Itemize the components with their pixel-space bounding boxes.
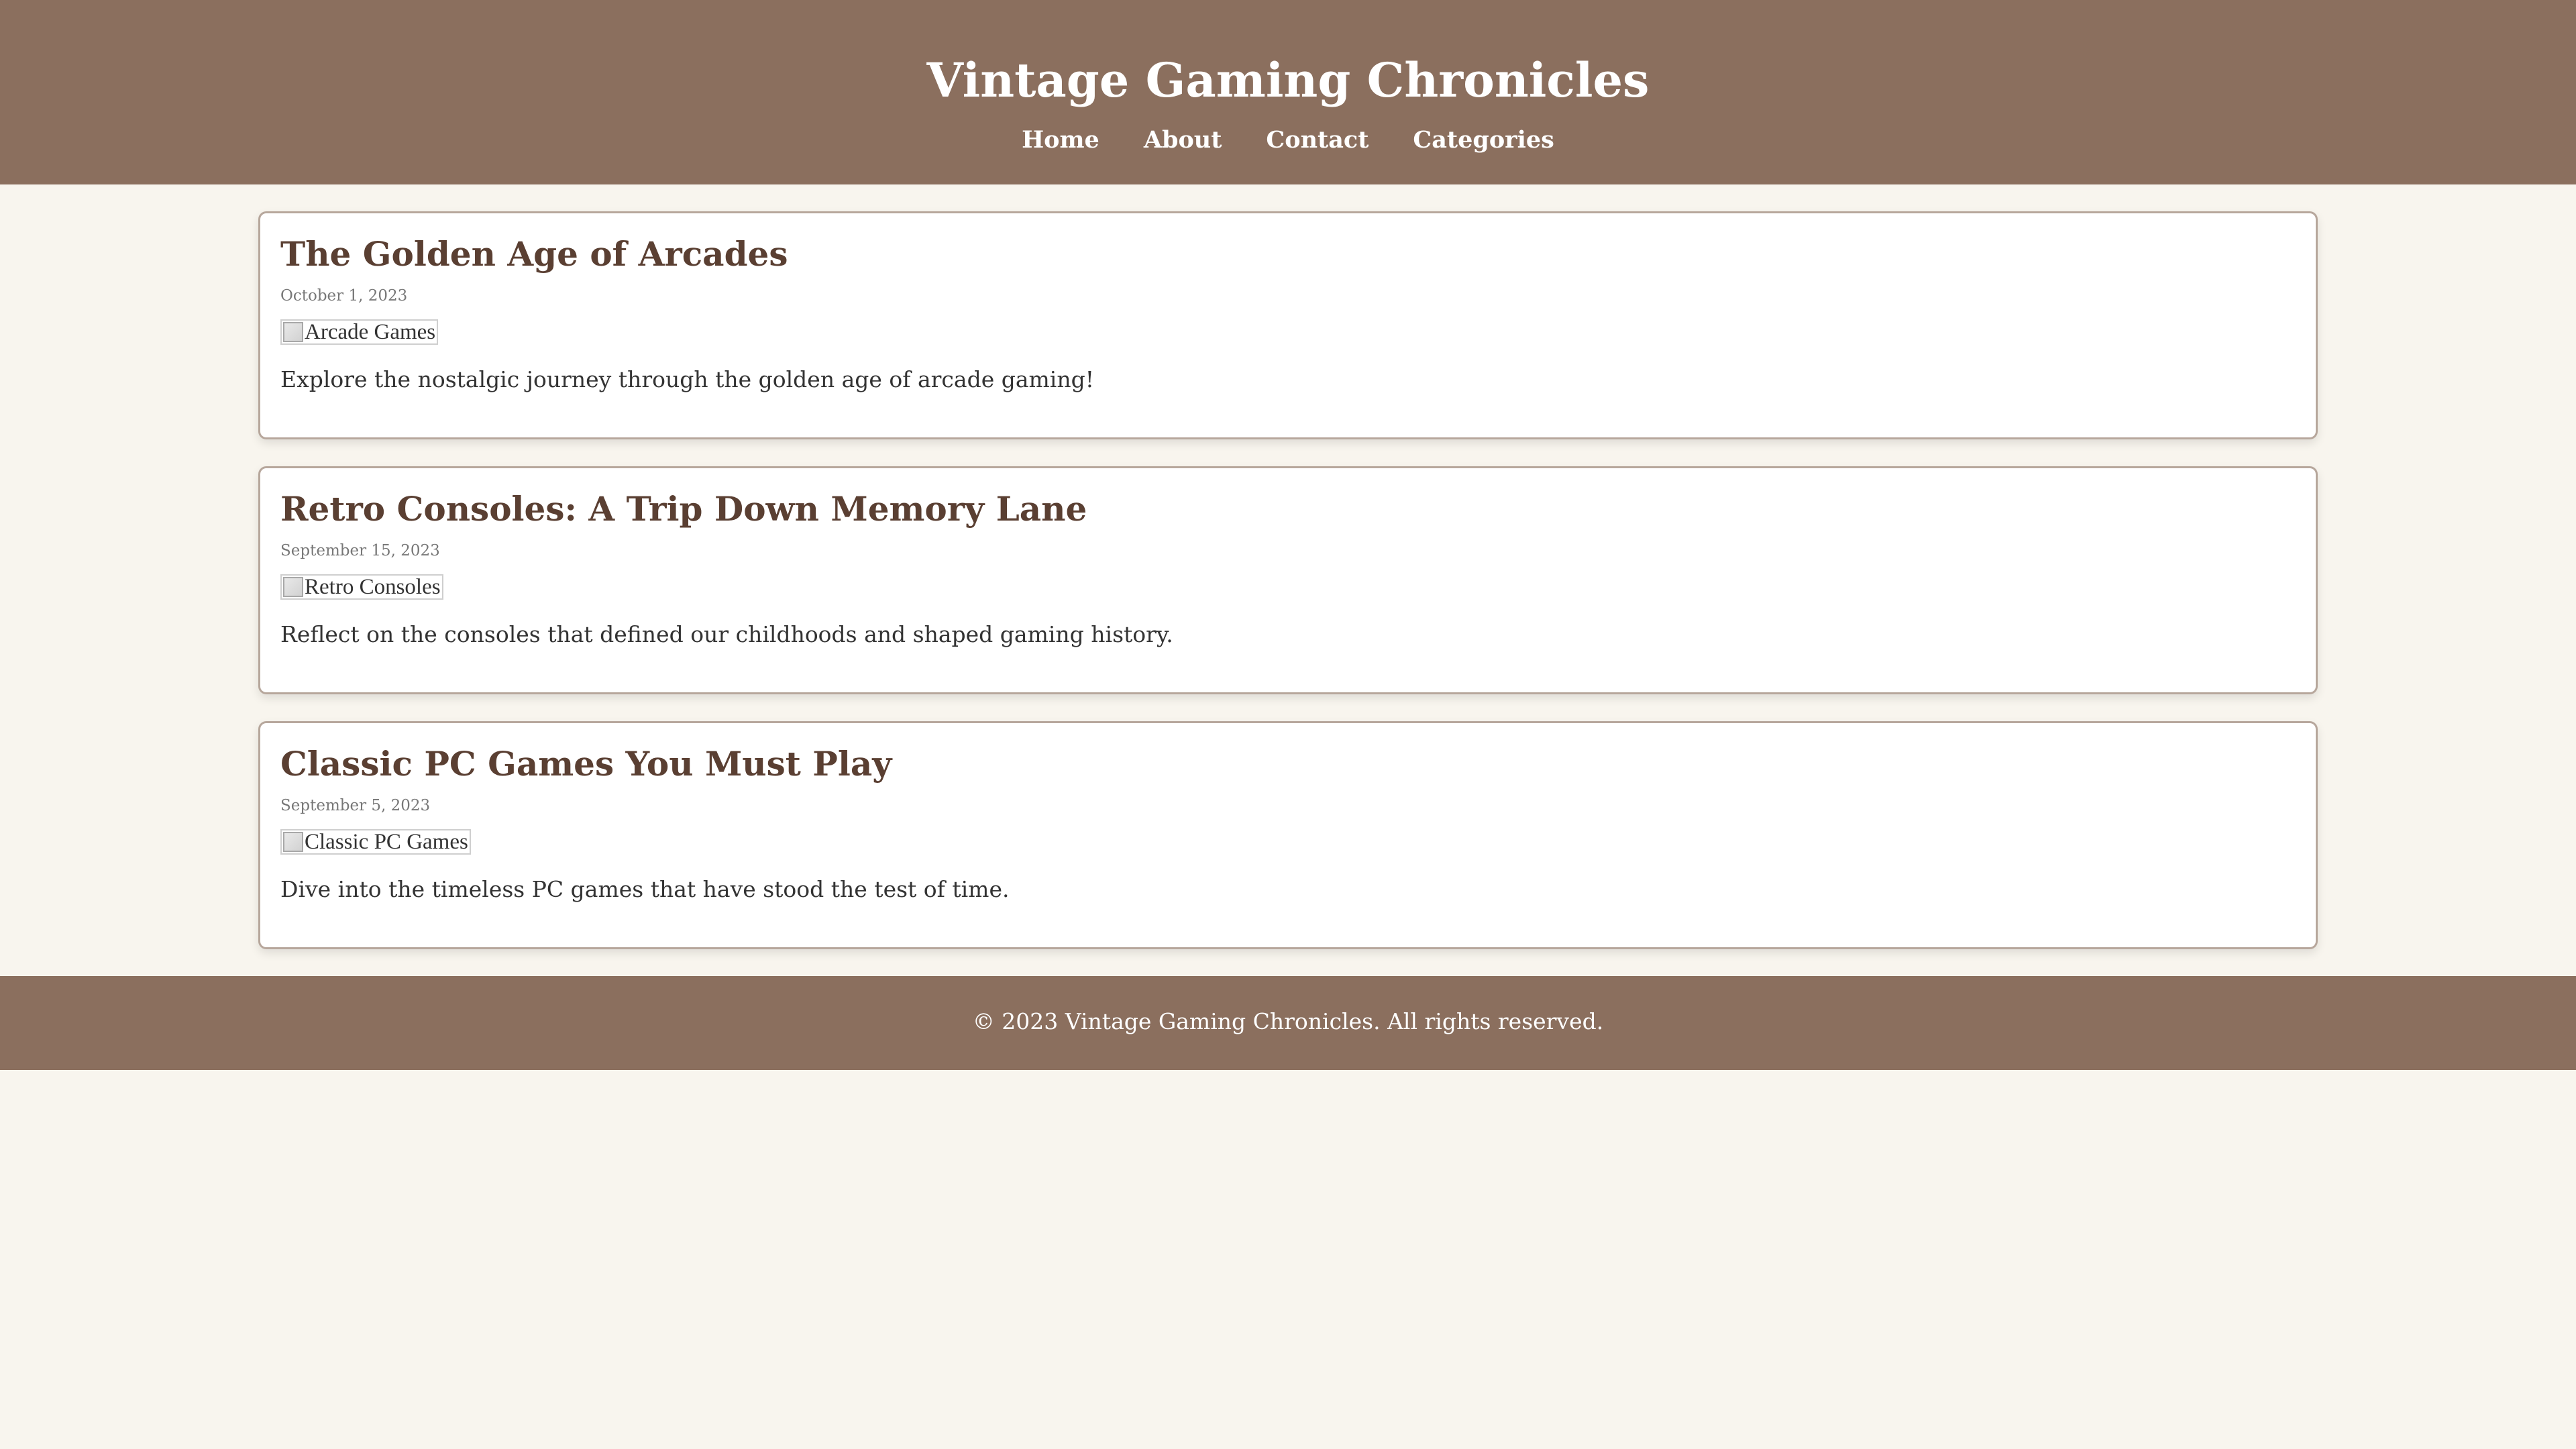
post-date: October 1, 2023 [280, 287, 408, 305]
post-excerpt: Dive into the timeless PC games that hav… [280, 876, 1010, 902]
broken-image-icon [283, 832, 303, 852]
post-title[interactable]: Retro Consoles: A Trip Down Memory Lane [280, 484, 2296, 534]
post-list: The Golden Age of Arcades October 1, 202… [258, 211, 2318, 949]
post-date: September 15, 2023 [280, 542, 440, 559]
broken-image-icon [283, 577, 303, 597]
page: Vintage Gaming Chronicles Home About Con… [0, 0, 2576, 1449]
site-footer: © 2023 Vintage Gaming Chronicles. All ri… [0, 976, 2576, 1070]
post-card: Retro Consoles: A Trip Down Memory Lane … [258, 466, 2318, 694]
nav-link-about[interactable]: About [1144, 123, 1222, 157]
nav-link-categories[interactable]: Categories [1413, 123, 1554, 157]
post-excerpt: Reflect on the consoles that defined our… [280, 621, 1173, 647]
footer-copyright: © 2023 Vintage Gaming Chronicles. All ri… [972, 1008, 1604, 1034]
post-date: September 5, 2023 [280, 797, 431, 814]
post-card: Classic PC Games You Must Play September… [258, 721, 2318, 949]
nav-link-contact[interactable]: Contact [1266, 123, 1368, 157]
post-image: Classic PC Games [280, 829, 471, 855]
post-image-alt: Retro Consoles [305, 575, 441, 599]
post-card: The Golden Age of Arcades October 1, 202… [258, 211, 2318, 439]
site-header: Vintage Gaming Chronicles Home About Con… [0, 0, 2576, 184]
post-image: Arcade Games [280, 319, 439, 345]
post-image: Retro Consoles [280, 574, 443, 600]
post-excerpt: Explore the nostalgic journey through th… [280, 366, 1094, 392]
post-image-alt: Arcade Games [305, 320, 436, 344]
post-image-alt: Classic PC Games [305, 830, 468, 854]
site-title: Vintage Gaming Chronicles [926, 52, 1650, 108]
nav-link-home[interactable]: Home [1022, 123, 1099, 157]
post-title[interactable]: Classic PC Games You Must Play [280, 739, 2296, 789]
post-title[interactable]: The Golden Age of Arcades [280, 229, 2296, 279]
main-nav: Home About Contact Categories [0, 123, 2576, 157]
broken-image-icon [283, 322, 303, 342]
